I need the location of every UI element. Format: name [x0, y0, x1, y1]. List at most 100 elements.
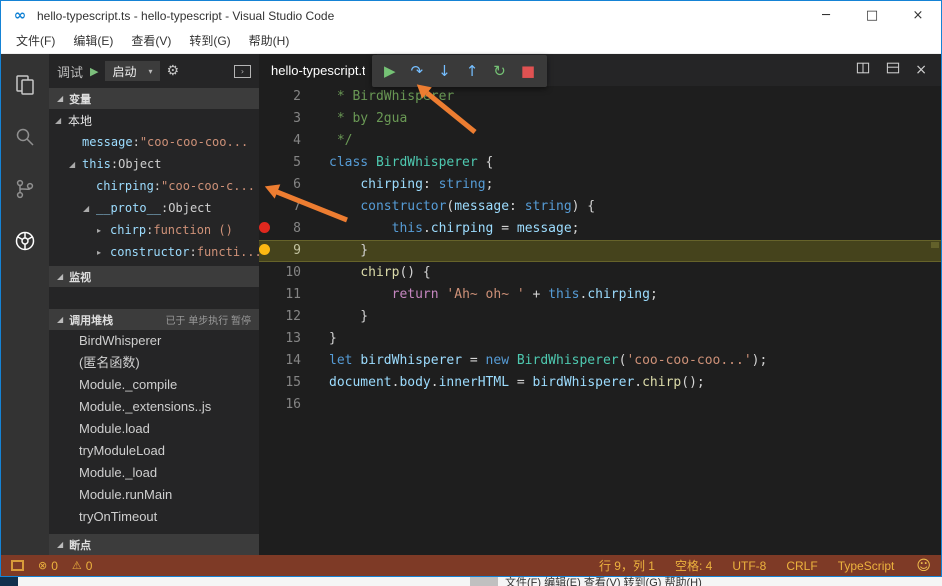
explorer-icon[interactable] — [1, 68, 49, 102]
status-cursor-position[interactable]: 行 9，列 1 — [599, 557, 655, 574]
token — [329, 287, 392, 302]
code-line-14[interactable]: 14let birdWhisperer = new BirdWhisperer(… — [259, 350, 941, 372]
overview-ruler-mark — [931, 242, 939, 248]
code-line-9[interactable]: 9 } — [259, 240, 941, 262]
code-text: } — [301, 328, 337, 350]
status-eol[interactable]: CRLF — [786, 559, 817, 573]
status-encoding[interactable]: UTF-8 — [732, 559, 766, 573]
code-line-11[interactable]: 11 return 'Ah~ oh~ ' + this.chirping; — [259, 284, 941, 306]
variable-chirping[interactable]: chirping: "coo-coo-c... — [49, 175, 259, 197]
maximize-button[interactable]: □ — [849, 1, 895, 30]
code-line-16[interactable]: 16 — [259, 394, 941, 416]
activity-bar — [1, 54, 49, 555]
line-number[interactable]: 12 — [259, 306, 301, 328]
variables-section-header[interactable]: ◢ 变量 — [49, 88, 259, 109]
code-line-5[interactable]: 5class BirdWhisperer { — [259, 152, 941, 174]
token: 'Ah~ oh~ ' — [446, 287, 524, 302]
stack-frame-2[interactable]: Module._compile — [49, 374, 259, 396]
line-number[interactable]: 10 — [259, 262, 301, 284]
debug-step-over-button[interactable]: ↷ — [411, 55, 424, 87]
debug-icon[interactable] — [1, 224, 49, 258]
code-line-13[interactable]: 13} — [259, 328, 941, 350]
status-language[interactable]: TypeScript — [838, 559, 895, 573]
status-left-icon[interactable] — [11, 560, 24, 571]
code-line-7[interactable]: 7 constructor(message: string) { — [259, 196, 941, 218]
code-line-6[interactable]: 6 chirping: string; — [259, 174, 941, 196]
token: innerHTML — [439, 375, 509, 390]
variable-__proto__[interactable]: ◢__proto__: Object — [49, 197, 259, 219]
variables-scope-本地[interactable]: ◢本地 — [49, 109, 259, 131]
line-number[interactable]: 5 — [259, 152, 301, 174]
code-text: document.body.innerHTML = birdWhisperer.… — [301, 372, 705, 394]
variable-message[interactable]: message: "coo-coo-coo... — [49, 131, 259, 153]
minimize-button[interactable]: ─ — [803, 1, 849, 30]
source-control-icon[interactable] — [1, 172, 49, 206]
code-line-10[interactable]: 10 chirp() { — [259, 262, 941, 284]
editor-tab[interactable]: hello-typescript.ts — [259, 54, 377, 86]
debug-restart-button[interactable]: ↻ — [493, 55, 506, 87]
variable-this[interactable]: ◢this: Object — [49, 153, 259, 175]
stack-frame-8[interactable]: tryOnTimeout — [49, 506, 259, 528]
start-debug-button[interactable]: ▶ — [90, 65, 98, 78]
problems-warnings[interactable]: ⚠ 0 — [72, 559, 93, 573]
variable-constructor[interactable]: ▸constructor: functi... — [49, 241, 259, 263]
variable-name: 本地 — [68, 112, 92, 129]
stack-frame-6[interactable]: Module._load — [49, 462, 259, 484]
configure-gear-icon[interactable]: ⚙ — [167, 63, 180, 79]
stack-frame-3[interactable]: Module._extensions..js — [49, 396, 259, 418]
menu-help[interactable]: 帮助(H) — [240, 30, 299, 53]
code-line-15[interactable]: 15document.body.innerHTML = birdWhispere… — [259, 372, 941, 394]
line-number[interactable]: 2 — [259, 86, 301, 108]
variable-chirp[interactable]: ▸chirp: function () — [49, 219, 259, 241]
editor-layout-icon[interactable] — [885, 60, 901, 81]
token: . — [423, 221, 431, 236]
menu-view[interactable]: 查看(V) — [122, 30, 180, 53]
stack-frame-7[interactable]: Module.runMain — [49, 484, 259, 506]
line-number[interactable]: 4 — [259, 130, 301, 152]
line-number[interactable]: 13 — [259, 328, 301, 350]
line-number[interactable]: 11 — [259, 284, 301, 306]
debug-step-into-button[interactable]: ↓ — [438, 55, 451, 87]
launch-config-select[interactable]: 启动 ▾ — [105, 61, 159, 81]
debug-step-out-button[interactable]: ↑ — [466, 55, 479, 87]
debug-continue-button[interactable]: ▶ — [384, 55, 396, 87]
debug-stop-button[interactable]: ■ — [521, 55, 535, 87]
code-line-4[interactable]: 4 */ — [259, 130, 941, 152]
line-number[interactable]: 3 — [259, 108, 301, 130]
line-number[interactable]: 16 — [259, 394, 301, 416]
stack-frame-4[interactable]: Module.load — [49, 418, 259, 440]
status-indentation[interactable]: 空格: 4 — [675, 557, 712, 574]
problems-errors[interactable]: ⊗ 0 — [38, 559, 58, 573]
stack-frame-0[interactable]: BirdWhisperer — [49, 330, 259, 352]
code-line-3[interactable]: 3 * by 2gua — [259, 108, 941, 130]
code-line-12[interactable]: 12 } — [259, 306, 941, 328]
line-number[interactable]: 14 — [259, 350, 301, 372]
line-number[interactable]: 7 — [259, 196, 301, 218]
split-editor-icon[interactable] — [855, 60, 871, 81]
status-right-items: 行 9，列 1 空格: 4 UTF-8 CRLF TypeScript — [599, 557, 894, 574]
menu-edit[interactable]: 编辑(E) — [64, 30, 122, 53]
close-editor-icon[interactable]: × — [915, 54, 927, 86]
menu-goto[interactable]: 转到(G) — [180, 30, 239, 53]
code-line-8[interactable]: 8 this.chirping = message; — [259, 218, 941, 240]
watch-section-header[interactable]: ◢ 监视 — [49, 266, 259, 287]
token: 'coo-coo-coo...' — [626, 353, 751, 368]
menu-file[interactable]: 文件(F) — [7, 30, 64, 53]
code-area[interactable]: 2 * BirdWhisperer3 * by 2gua4 */5class B… — [259, 86, 941, 555]
search-icon[interactable] — [1, 120, 49, 154]
open-debug-console-button[interactable]: › — [234, 65, 251, 78]
callstack-section-header[interactable]: ◢ 调用堆栈 已于 单步执行 暂停 — [49, 309, 259, 330]
breakpoints-section-header[interactable]: ◢ 断点 — [49, 534, 259, 555]
code-line-2[interactable]: 2 * BirdWhisperer — [259, 86, 941, 108]
code-text: return 'Ah~ oh~ ' + this.chirping; — [301, 284, 658, 306]
variable-value: "coo-coo-c... — [161, 179, 255, 193]
token: chirping — [431, 221, 494, 236]
token: * BirdWhisperer — [329, 89, 454, 104]
line-number[interactable]: 6 — [259, 174, 301, 196]
callstack-paused-status: 已于 单步执行 暂停 — [165, 312, 251, 327]
line-number[interactable]: 15 — [259, 372, 301, 394]
feedback-smiley-icon[interactable]: ☺ — [916, 558, 931, 574]
stack-frame-1[interactable]: (匿名函数) — [49, 352, 259, 374]
stack-frame-5[interactable]: tryModuleLoad — [49, 440, 259, 462]
close-button[interactable]: × — [895, 1, 941, 30]
